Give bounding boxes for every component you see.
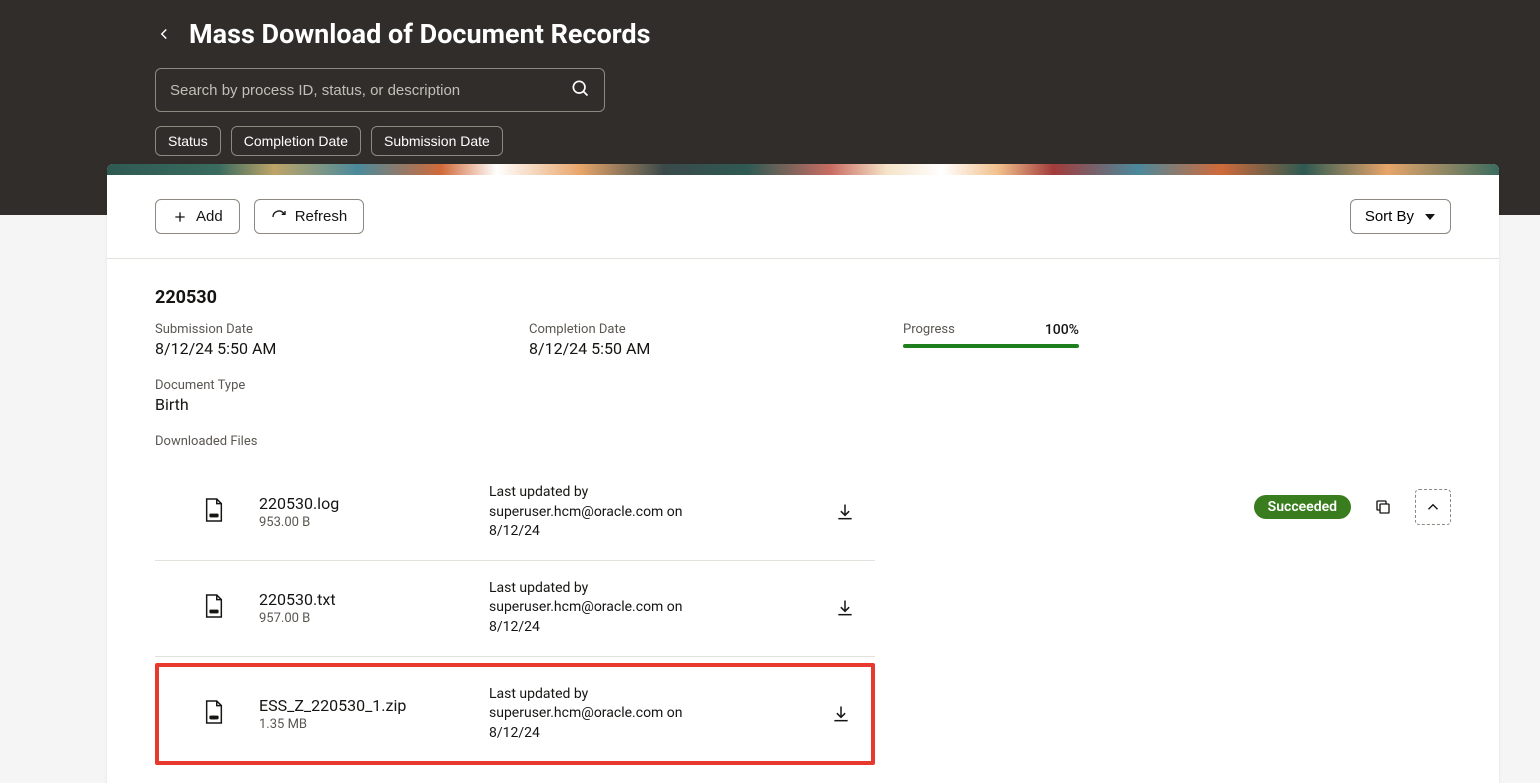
progress-bar [903, 344, 1079, 348]
file-updated: Last updated by superuser.hcm@oracle.com… [489, 483, 689, 542]
zip-file-icon: ZIP [203, 699, 259, 729]
svg-text:ZIP: ZIP [212, 716, 217, 720]
download-button[interactable] [811, 704, 871, 724]
download-button[interactable] [815, 598, 875, 618]
content-panel: Add Refresh Sort By 220530 Submission Da… [107, 164, 1499, 783]
status-badge: Succeeded [1254, 495, 1351, 519]
back-icon[interactable] [155, 25, 173, 43]
progress-label: Progress [903, 322, 955, 338]
file-row-highlighted: ZIP ESS_Z_220530_1.zip 1.35 MB Last upda… [155, 663, 875, 766]
svg-text:DOC: DOC [211, 610, 218, 614]
file-name: ESS_Z_220530_1.zip [259, 696, 489, 715]
record-card: 220530 Submission Date 8/12/24 5:50 AM C… [107, 259, 1499, 783]
completion-date-block: Completion Date 8/12/24 5:50 AM [529, 322, 903, 358]
caret-down-icon [1424, 211, 1436, 223]
doc-file-icon: DOC [203, 497, 259, 527]
sort-by-button[interactable]: Sort By [1350, 199, 1451, 234]
file-name: 220530.txt [259, 590, 489, 609]
file-size: 1.35 MB [259, 717, 489, 732]
search-input[interactable] [170, 82, 570, 99]
filter-completion-date[interactable]: Completion Date [231, 126, 361, 156]
document-type-block: Document Type Birth [155, 378, 529, 414]
add-button[interactable]: Add [155, 199, 240, 234]
refresh-button[interactable]: Refresh [254, 199, 365, 234]
downloaded-files-label: Downloaded Files [155, 434, 1451, 449]
file-row: DOC 220530.log 953.00 B Last updated by … [155, 465, 875, 561]
refresh-button-label: Refresh [295, 208, 348, 225]
completion-date-label: Completion Date [529, 322, 903, 337]
file-row: DOC 220530.txt 957.00 B Last updated by … [155, 561, 875, 657]
progress-block: Progress 100% [903, 322, 1079, 358]
submission-date-label: Submission Date [155, 322, 529, 337]
svg-text:DOC: DOC [211, 514, 218, 518]
document-type-value: Birth [155, 395, 529, 414]
page-title: Mass Download of Document Records [189, 18, 650, 50]
progress-percent: 100% [1045, 322, 1079, 338]
collapse-icon[interactable] [1415, 489, 1451, 525]
submission-date-block: Submission Date 8/12/24 5:50 AM [155, 322, 529, 358]
document-type-label: Document Type [155, 378, 529, 393]
submission-date-value: 8/12/24 5:50 AM [155, 339, 529, 358]
filter-submission-date[interactable]: Submission Date [371, 126, 503, 156]
search-icon[interactable] [570, 78, 590, 102]
file-size: 957.00 B [259, 611, 489, 626]
copy-icon[interactable] [1365, 489, 1401, 525]
file-updated: Last updated by superuser.hcm@oracle.com… [489, 685, 689, 744]
record-id: 220530 [155, 287, 1451, 308]
download-button[interactable] [815, 502, 875, 522]
file-name: 220530.log [259, 494, 489, 513]
file-updated: Last updated by superuser.hcm@oracle.com… [489, 579, 689, 638]
doc-file-icon: DOC [203, 593, 259, 623]
add-button-label: Add [196, 208, 223, 225]
file-size: 953.00 B [259, 515, 489, 530]
filter-status[interactable]: Status [155, 126, 221, 156]
decorative-banner [107, 164, 1499, 175]
completion-date-value: 8/12/24 5:50 AM [529, 339, 903, 358]
sort-by-label: Sort By [1365, 208, 1414, 225]
files-list: DOC 220530.log 953.00 B Last updated by … [155, 465, 875, 765]
search-box[interactable] [155, 68, 605, 112]
